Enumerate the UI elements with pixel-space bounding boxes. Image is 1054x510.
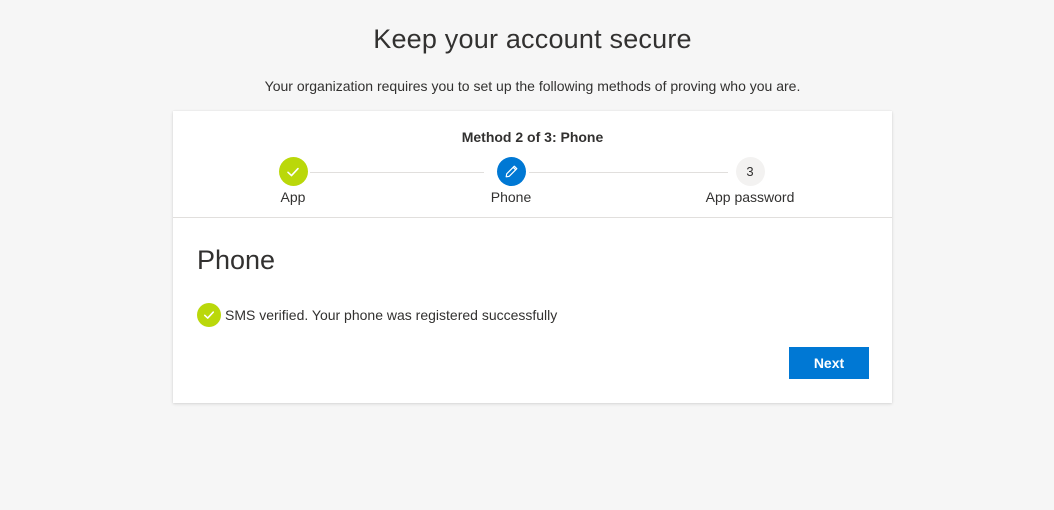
checkmark-icon bbox=[278, 157, 308, 186]
section-title: Phone bbox=[197, 245, 276, 275]
pencil-icon bbox=[496, 157, 526, 186]
section-divider bbox=[173, 217, 892, 218]
step-label: Phone bbox=[490, 189, 532, 205]
step-label: App password bbox=[705, 189, 795, 205]
page-subtitle: Your organization requires you to set up… bbox=[264, 78, 801, 94]
status-message: SMS verified. Your phone was registered … bbox=[225, 307, 558, 323]
page-title: Keep your account secure bbox=[373, 24, 692, 54]
step-label: App bbox=[280, 189, 306, 205]
checkmark-icon bbox=[197, 303, 221, 327]
step-number: 3 bbox=[735, 157, 765, 186]
verification-status: SMS verified. Your phone was registered … bbox=[197, 303, 557, 327]
setup-card: Method 2 of 3: Phone App Phone 3 App pas… bbox=[173, 111, 892, 403]
step-phone: Phone bbox=[441, 157, 581, 205]
step-app-password: 3 App password bbox=[680, 157, 820, 205]
progress-stepper: App Phone 3 App password bbox=[173, 157, 892, 213]
method-progress-header: Method 2 of 3: Phone bbox=[461, 129, 604, 145]
step-app: App bbox=[223, 157, 363, 205]
next-button[interactable]: Next bbox=[789, 347, 869, 379]
